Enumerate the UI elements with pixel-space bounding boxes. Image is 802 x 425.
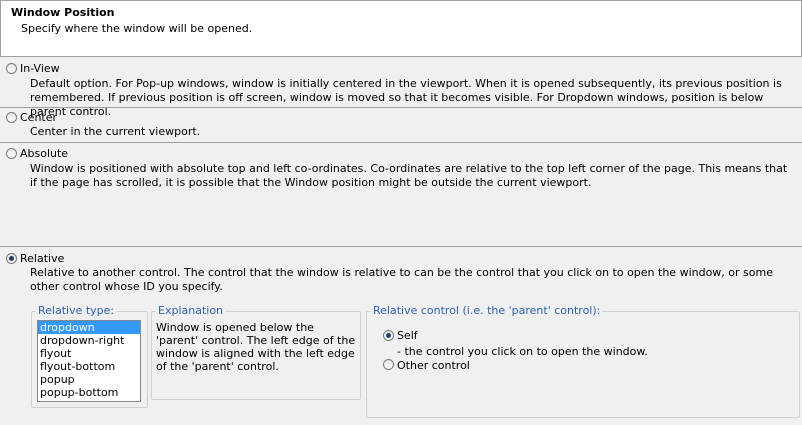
list-item-flyout[interactable]: flyout (38, 347, 140, 360)
relative-type-listbox[interactable]: dropdown dropdown-right flyout flyout-bo… (37, 320, 141, 402)
page-title: Window Position (11, 6, 115, 19)
page-subtitle: Specify where the window will be opened. (21, 22, 253, 35)
list-item-popup[interactable]: popup (38, 373, 140, 386)
option-absolute-description: Window is positioned with absolute top a… (30, 162, 788, 189)
radio-other-control[interactable] (383, 359, 394, 370)
explanation-text: Window is opened below the 'parent' cont… (156, 321, 356, 373)
option-in-view: In-View Default option. For Pop-up windo… (0, 62, 802, 118)
option-absolute-label[interactable]: Absolute (20, 147, 68, 160)
option-relative-label[interactable]: Relative (20, 252, 64, 265)
divider (0, 246, 802, 247)
option-in-view-label[interactable]: In-View (20, 62, 60, 75)
explanation-legend: Explanation (156, 304, 226, 317)
option-center-description: Center in the current viewport. (30, 125, 201, 138)
option-center-label[interactable]: Center (20, 111, 57, 124)
list-item-flyout-bottom[interactable]: flyout-bottom (38, 360, 140, 373)
relative-type-legend: Relative type: (36, 304, 117, 317)
self-description: - the control you click on to open the w… (397, 345, 648, 358)
list-item-popup-bottom[interactable]: popup-bottom (38, 386, 140, 399)
option-absolute: Absolute Window is positioned with absol… (0, 147, 802, 195)
option-relative: Relative Relative to another control. Th… (0, 252, 802, 293)
relative-control-legend: Relative control (i.e. the 'parent' cont… (371, 304, 603, 317)
divider (0, 107, 802, 108)
other-control-label[interactable]: Other control (397, 359, 470, 372)
divider (0, 142, 802, 143)
list-item-dropdown[interactable]: dropdown (38, 321, 140, 334)
radio-center[interactable] (6, 112, 17, 123)
self-label[interactable]: Self (397, 329, 418, 342)
radio-in-view[interactable] (6, 63, 17, 74)
header-panel: Window Position Specify where the window… (0, 0, 802, 57)
option-relative-description: Relative to another control. The control… (30, 266, 773, 293)
list-item-dropdown-right[interactable]: dropdown-right (38, 334, 140, 347)
radio-absolute[interactable] (6, 148, 17, 159)
radio-relative[interactable] (6, 253, 17, 264)
option-center: Center Center in the current viewport. (0, 111, 802, 139)
radio-self[interactable] (383, 330, 394, 341)
